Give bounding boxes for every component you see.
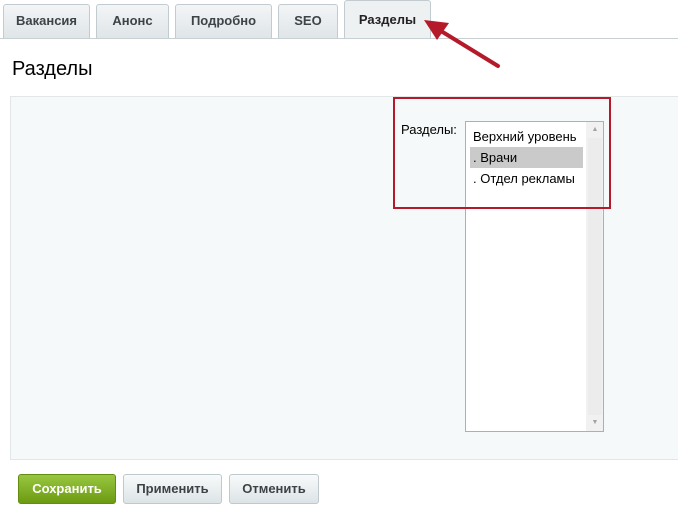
- tab-bar-divider: [0, 38, 678, 39]
- sections-multiselect[interactable]: Верхний уровень . Врачи . Отдел рекламы …: [465, 121, 604, 432]
- tab-details[interactable]: Подробно: [175, 4, 272, 38]
- sections-options-list: Верхний уровень . Врачи . Отдел рекламы: [470, 126, 583, 189]
- save-button[interactable]: Сохранить: [18, 474, 116, 504]
- page-root: Вакансия Анонс Подробно SEO Разделы Разд…: [0, 0, 678, 514]
- scrollbar-track[interactable]: [588, 138, 602, 415]
- sections-field-label: Разделы:: [401, 122, 457, 137]
- scroll-down-arrow-icon[interactable]: ▼: [587, 416, 603, 430]
- listbox-scrollbar[interactable]: ▲ ▼: [586, 122, 603, 431]
- scroll-up-arrow-icon[interactable]: ▲: [587, 123, 603, 137]
- apply-button[interactable]: Применить: [123, 474, 222, 504]
- page-title: Разделы: [12, 58, 93, 80]
- tab-vacancy[interactable]: Вакансия: [3, 4, 90, 38]
- cancel-button[interactable]: Отменить: [229, 474, 319, 504]
- option-ad-department[interactable]: . Отдел рекламы: [470, 168, 583, 189]
- tab-announcement[interactable]: Анонс: [96, 4, 169, 38]
- option-doctors[interactable]: . Врачи: [470, 147, 583, 168]
- tab-bar: Вакансия Анонс Подробно SEO Разделы: [0, 0, 678, 39]
- tab-sections[interactable]: Разделы: [344, 0, 431, 39]
- option-top-level[interactable]: Верхний уровень: [470, 126, 583, 147]
- tab-seo[interactable]: SEO: [278, 4, 338, 38]
